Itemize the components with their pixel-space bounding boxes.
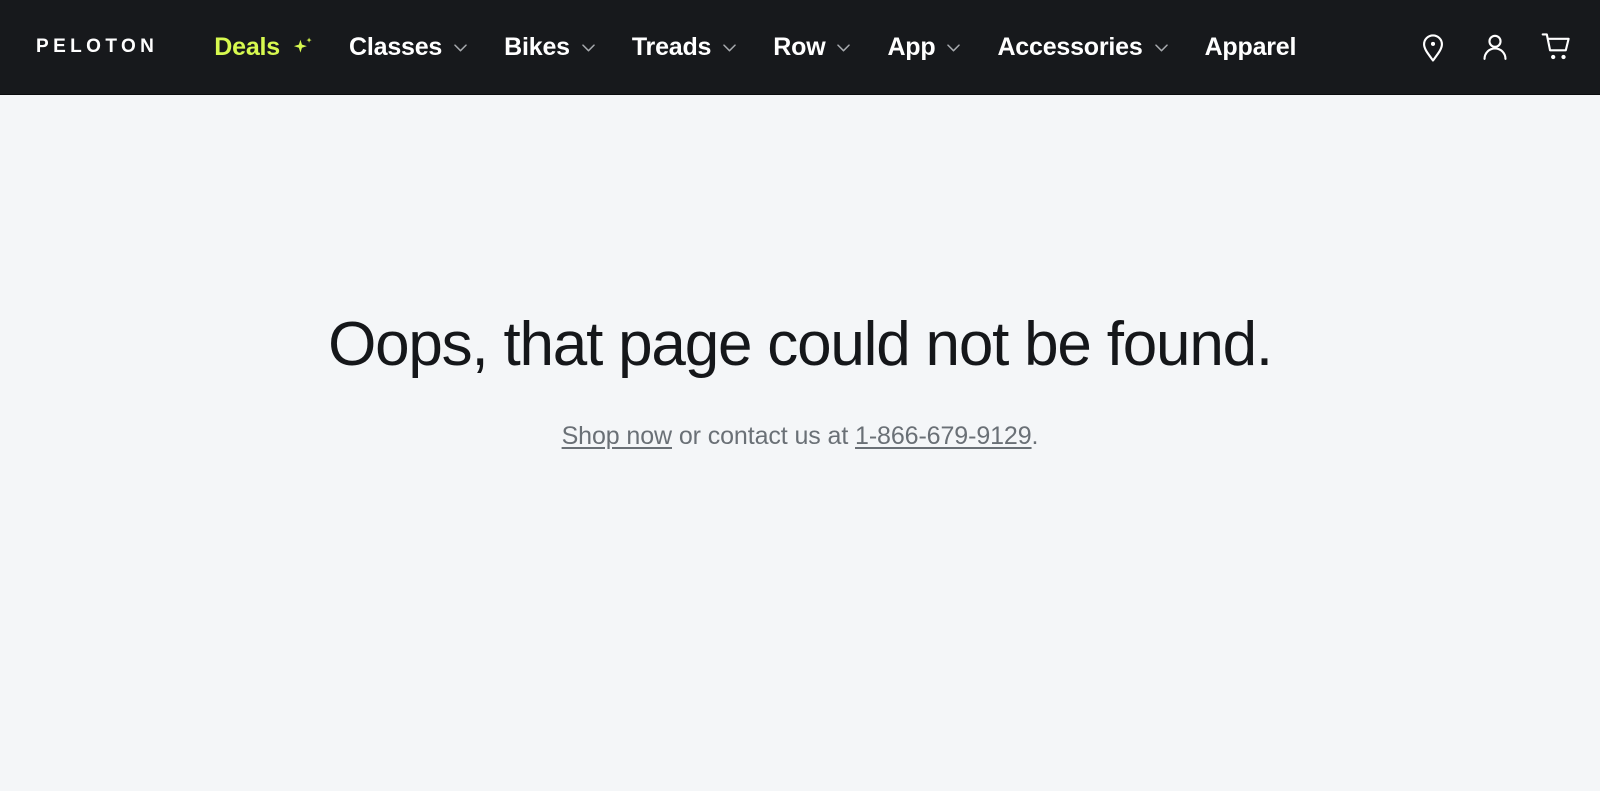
- error-subline: Shop now or contact us at 1-866-679-9129…: [562, 422, 1039, 451]
- nav-item-label: App: [887, 32, 936, 61]
- error-page-content: Oops, that page could not be found. Shop…: [0, 95, 1600, 790]
- phone-number-link[interactable]: 1-866-679-9129: [855, 422, 1032, 450]
- chevron-down-icon: [1152, 38, 1171, 57]
- nav-links: Deals Classes Bikes Treads Row App Acces…: [200, 33, 1400, 62]
- chevron-down-icon: [944, 38, 963, 57]
- nav-item-label: Apparel: [1204, 32, 1297, 61]
- nav-item-label: Treads: [631, 32, 712, 61]
- shop-now-link[interactable]: Shop now: [562, 422, 673, 450]
- nav-item-classes[interactable]: Classes: [332, 33, 487, 62]
- chevron-down-icon: [834, 38, 853, 57]
- location-pin-icon[interactable]: [1416, 30, 1450, 64]
- nav-item-deals[interactable]: Deals: [200, 33, 332, 62]
- nav-item-apparel[interactable]: Apparel: [1188, 33, 1314, 62]
- account-person-icon[interactable]: [1478, 30, 1512, 64]
- sparkle-icon: [290, 35, 315, 60]
- subline-middle-text: or contact us at: [672, 422, 856, 451]
- nav-item-label: Accessories: [997, 32, 1143, 61]
- nav-item-row[interactable]: Row: [756, 33, 870, 62]
- nav-utility-icons: [1416, 30, 1574, 64]
- chevron-down-icon: [451, 38, 470, 57]
- nav-item-treads[interactable]: Treads: [615, 33, 756, 62]
- peloton-logo[interactable]: PELOTON: [36, 36, 158, 58]
- nav-item-label: Deals: [214, 32, 281, 61]
- subline-trailing-text: .: [1031, 422, 1039, 451]
- shopping-cart-icon[interactable]: [1540, 30, 1574, 64]
- nav-item-accessories[interactable]: Accessories: [980, 33, 1187, 62]
- nav-item-app[interactable]: App: [870, 33, 980, 62]
- nav-item-label: Bikes: [504, 32, 570, 61]
- top-navigation-bar: PELOTON Deals Classes Bikes Treads Row A…: [0, 0, 1600, 95]
- nav-item-bikes[interactable]: Bikes: [487, 33, 615, 62]
- chevron-down-icon: [720, 38, 739, 57]
- nav-item-label: Row: [773, 32, 826, 61]
- nav-item-label: Classes: [349, 32, 443, 61]
- chevron-down-icon: [579, 38, 598, 57]
- page-title: Oops, that page could not be found.: [328, 310, 1273, 379]
